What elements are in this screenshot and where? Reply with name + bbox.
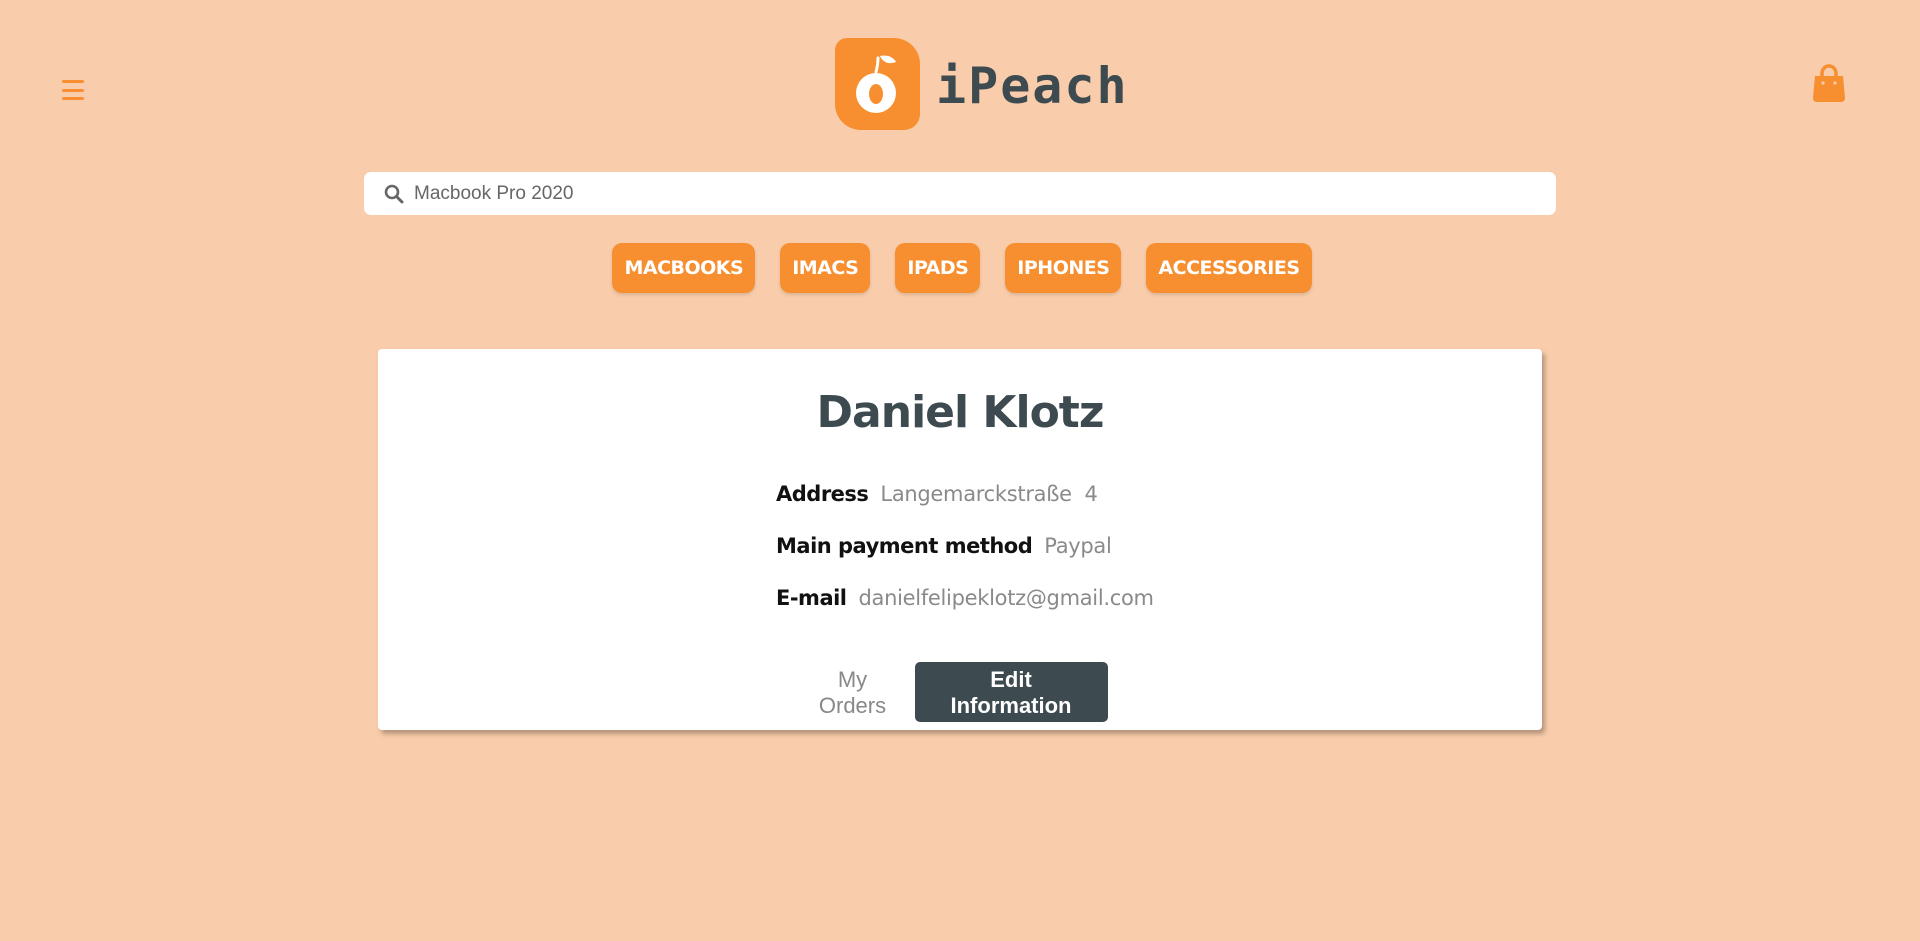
- peach-logo-icon: [835, 38, 920, 130]
- edit-label-line1: Edit: [990, 666, 1032, 692]
- hamburger-menu-icon[interactable]: [60, 78, 86, 102]
- my-orders-label-line1: My: [837, 667, 868, 692]
- page: iPeach MACBOOKS IMACS IPADS IPHONES ACCE…: [0, 0, 1920, 941]
- brand-name: iPeach: [936, 57, 1129, 115]
- payment-row: Main payment method Paypal: [776, 534, 1154, 586]
- edit-information-button[interactable]: Edit Information: [914, 662, 1108, 722]
- search-icon: [384, 184, 404, 203]
- my-orders-button[interactable]: My Orders: [813, 662, 893, 722]
- address-row: Address Langemarckstraße 4: [776, 482, 1154, 534]
- payment-label: Main payment method: [776, 534, 1033, 558]
- email-row: E-mail danielfelipeklotz@gmail.com: [776, 586, 1154, 638]
- address-value: Langemarckstraße 4: [880, 482, 1098, 506]
- profile-card: Daniel Klotz Address Langemarckstraße 4 …: [378, 349, 1542, 730]
- shopping-bag-icon[interactable]: [1812, 64, 1846, 104]
- my-orders-label-line2: Orders: [818, 693, 887, 718]
- profile-info: Address Langemarckstraße 4 Main payment …: [776, 482, 1154, 638]
- category-iphones[interactable]: IPHONES: [1005, 243, 1122, 293]
- address-label: Address: [776, 482, 869, 506]
- email-value: danielfelipeklotz@gmail.com: [858, 586, 1154, 610]
- category-nav: MACBOOKS IMACS IPADS IPHONES ACCESSORIES: [0, 243, 1920, 293]
- logo[interactable]: iPeach: [835, 38, 1129, 130]
- category-accessories[interactable]: ACCESSORIES: [1146, 243, 1312, 293]
- search-bar[interactable]: [364, 172, 1556, 215]
- category-macbooks[interactable]: MACBOOKS: [612, 243, 756, 293]
- payment-value: Paypal: [1044, 534, 1112, 558]
- search-input[interactable]: [414, 182, 1514, 205]
- profile-actions: My Orders Edit Information: [378, 662, 1542, 722]
- email-label: E-mail: [776, 586, 847, 610]
- category-ipads[interactable]: IPADS: [895, 243, 981, 293]
- category-imacs[interactable]: IMACS: [780, 243, 871, 293]
- profile-name: Daniel Klotz: [816, 387, 1105, 438]
- edit-label-line2: Information: [950, 692, 1072, 718]
